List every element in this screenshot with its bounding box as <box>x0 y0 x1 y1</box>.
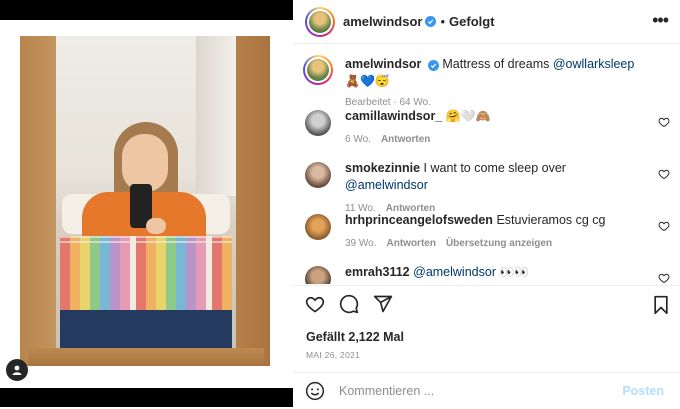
frame-bottom <box>28 348 264 366</box>
commenter-avatar[interactable] <box>305 266 331 284</box>
like-comment-heart-icon[interactable] <box>658 116 670 128</box>
comment-form: Posten <box>293 372 680 409</box>
commenter-avatar[interactable] <box>305 110 331 136</box>
author-username[interactable]: amelwindsor <box>343 14 422 29</box>
heart-icon[interactable] <box>305 294 325 314</box>
comment-row: emrah3112 @amelwindsor 👀👀 <box>305 264 680 284</box>
comment-mention[interactable]: @amelwindsor <box>413 265 496 279</box>
post-photo <box>0 20 293 388</box>
author-avatar[interactable] <box>303 55 333 85</box>
caption-emojis: 🧸💙😴 <box>345 74 390 88</box>
following-button[interactable]: Gefolgt <box>449 14 495 29</box>
comment-row: smokezinnie I want to come sleep over @a… <box>305 160 680 217</box>
commenter-avatar[interactable] <box>305 162 331 188</box>
post-actions: Gefällt 2,122 Mal MAI 26, 2021 Posten <box>293 285 680 408</box>
more-icon[interactable]: ••• <box>652 10 669 31</box>
verified-icon <box>427 60 439 71</box>
caption: amelwindsor Mattress of dreams @owllarks… <box>303 55 680 111</box>
reply-button[interactable]: Antworten <box>381 134 430 145</box>
post-header: amelwindsor • Gefolgt ••• <box>293 0 680 44</box>
caption-mention[interactable]: @owllarksleep <box>553 57 634 71</box>
comment-username[interactable]: emrah3112 <box>345 265 410 279</box>
comment-input[interactable] <box>337 383 611 399</box>
comment-username[interactable]: hrhprinceangelofsweden <box>345 213 493 227</box>
comment-row: camillawindsor_ 🤗🤍🙈 6 Wo. Antworten <box>305 108 680 148</box>
reply-button[interactable]: Antworten <box>387 238 436 249</box>
mirror-frame <box>20 36 270 366</box>
comment-username[interactable]: camillawindsor_ <box>345 109 442 123</box>
comment-emojis: 🤗🤍🙈 <box>445 109 491 123</box>
comment-text: I want to come sleep over <box>423 161 566 175</box>
comment-username[interactable]: smokezinnie <box>345 161 420 175</box>
comment-age: 39 Wo. <box>345 238 377 249</box>
comment-icon[interactable] <box>339 294 359 314</box>
comment-age: 6 Wo. <box>345 134 371 145</box>
comment-emojis: 👀👀 <box>499 265 530 279</box>
post-comment-button[interactable]: Posten <box>622 384 664 398</box>
comment-mention[interactable]: @amelwindsor <box>345 178 428 192</box>
mirror-reflection <box>56 36 236 348</box>
post-panel: amelwindsor • Gefolgt ••• amelwindsor Ma… <box>293 0 680 407</box>
verified-icon <box>425 16 437 27</box>
striped-blanket <box>60 236 232 310</box>
door <box>196 36 236 196</box>
user-tag-icon[interactable] <box>6 359 28 381</box>
smiley-icon[interactable] <box>305 381 325 401</box>
like-comment-heart-icon[interactable] <box>658 168 670 180</box>
translate-button[interactable]: Übersetzung anzeigen <box>446 238 552 249</box>
header-separator: • <box>440 14 446 29</box>
comments-list[interactable]: amelwindsor Mattress of dreams @owllarks… <box>293 44 680 284</box>
post-media[interactable] <box>0 0 293 407</box>
likes-count[interactable]: Gefällt 2,122 Mal <box>306 330 404 344</box>
like-comment-heart-icon[interactable] <box>658 272 670 284</box>
author-avatar[interactable] <box>305 6 335 37</box>
caption-username[interactable]: amelwindsor <box>345 57 421 71</box>
post-date: MAI 26, 2021 <box>306 350 361 360</box>
caption-text: Mattress of dreams <box>442 57 550 71</box>
share-icon[interactable] <box>373 294 393 314</box>
comment-text: Estuvieramos cg cg <box>496 213 606 227</box>
comment-row: hrhprinceangelofsweden Estuvieramos cg c… <box>305 212 680 252</box>
like-comment-heart-icon[interactable] <box>658 220 670 232</box>
mattress-base <box>60 310 232 348</box>
commenter-avatar[interactable] <box>305 214 331 240</box>
bookmark-icon[interactable] <box>652 295 670 315</box>
hand <box>146 218 166 234</box>
